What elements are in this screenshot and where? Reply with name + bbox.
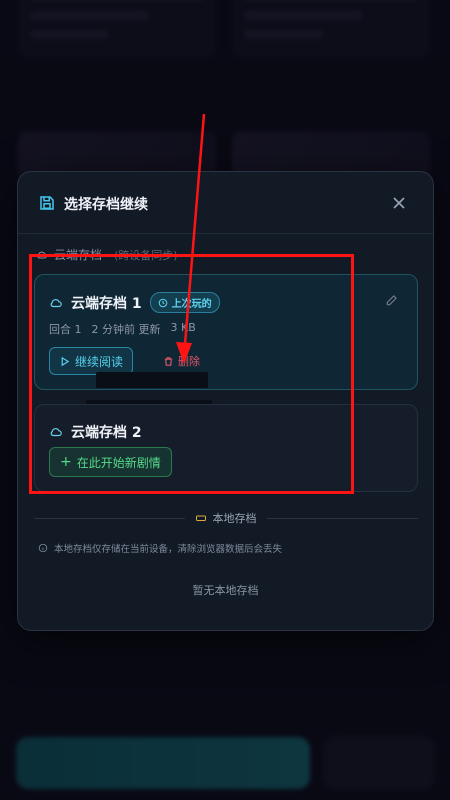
save-card-title: 云端存档 2 — [49, 422, 142, 442]
delete-button[interactable]: 删除 — [157, 347, 206, 375]
close-icon[interactable] — [389, 193, 409, 213]
local-note-text: 本地存档仅存储在当前设备，清除浏览器数据后会丢失 — [54, 544, 283, 555]
save-name: 云端存档 2 — [71, 425, 142, 441]
trash-icon — [164, 356, 173, 366]
no-local-saves-text: 暂无本地存档 — [192, 584, 259, 597]
edit-icon[interactable] — [385, 293, 399, 307]
hard-drive-icon — [195, 515, 206, 521]
cloud-icon — [37, 251, 47, 258]
save-round: 回合 1 — [49, 323, 82, 336]
cloud-section-hint: (跨设备同步) — [114, 248, 178, 262]
local-section-title: 本地存档 — [212, 512, 257, 525]
last-played-badge: 上次玩的 — [149, 292, 220, 313]
save-updated: 2 分钟前 更新 — [91, 323, 161, 336]
start-new-story-button[interactable]: + 在此开始新剧情 — [49, 447, 172, 477]
cloud-section-title: 云端存档 — [54, 248, 103, 262]
plus-icon: + — [60, 454, 72, 470]
last-played-text: 上次玩的 — [171, 299, 212, 310]
save-icon — [40, 196, 54, 210]
play-icon — [61, 356, 70, 366]
save-card-1[interactable]: 云端存档 1 上次玩的 回合 1 2 分钟前 更新 3 KB 继续阅读 删除 — [34, 274, 418, 390]
modal-header: 选择存档继续 — [18, 172, 433, 234]
local-note: 本地存档仅存储在当前设备，清除浏览器数据后会丢失 — [38, 541, 282, 555]
redacted-block — [96, 372, 208, 388]
save-meta: 回合 1 2 分钟前 更新 3 KB — [49, 321, 196, 337]
local-section-label: 本地存档 — [184, 510, 267, 526]
save-card-title: 云端存档 1 上次玩的 — [49, 292, 220, 313]
save-size: 3 KB — [170, 321, 196, 334]
modal-title: 选择存档继续 — [64, 197, 148, 213]
delete-label: 删除 — [178, 355, 200, 368]
clock-icon — [158, 298, 167, 307]
save-name: 云端存档 1 — [71, 295, 142, 312]
continue-reading-button[interactable]: 继续阅读 — [49, 347, 134, 375]
save-select-modal: 选择存档继续 云端存档 (跨设备同步) 云端存档 1 上次玩的 回合 1 2 分… — [17, 171, 434, 631]
save-card-2[interactable]: 云端存档 2 + 在此开始新剧情 — [34, 404, 418, 492]
continue-reading-label: 继续阅读 — [75, 354, 124, 369]
cloud-section-label: 云端存档 (跨设备同步) — [36, 246, 178, 263]
cloud-icon — [50, 298, 62, 307]
start-new-story-label: 在此开始新剧情 — [76, 455, 161, 470]
info-icon — [38, 543, 48, 553]
cloud-icon — [50, 428, 62, 437]
